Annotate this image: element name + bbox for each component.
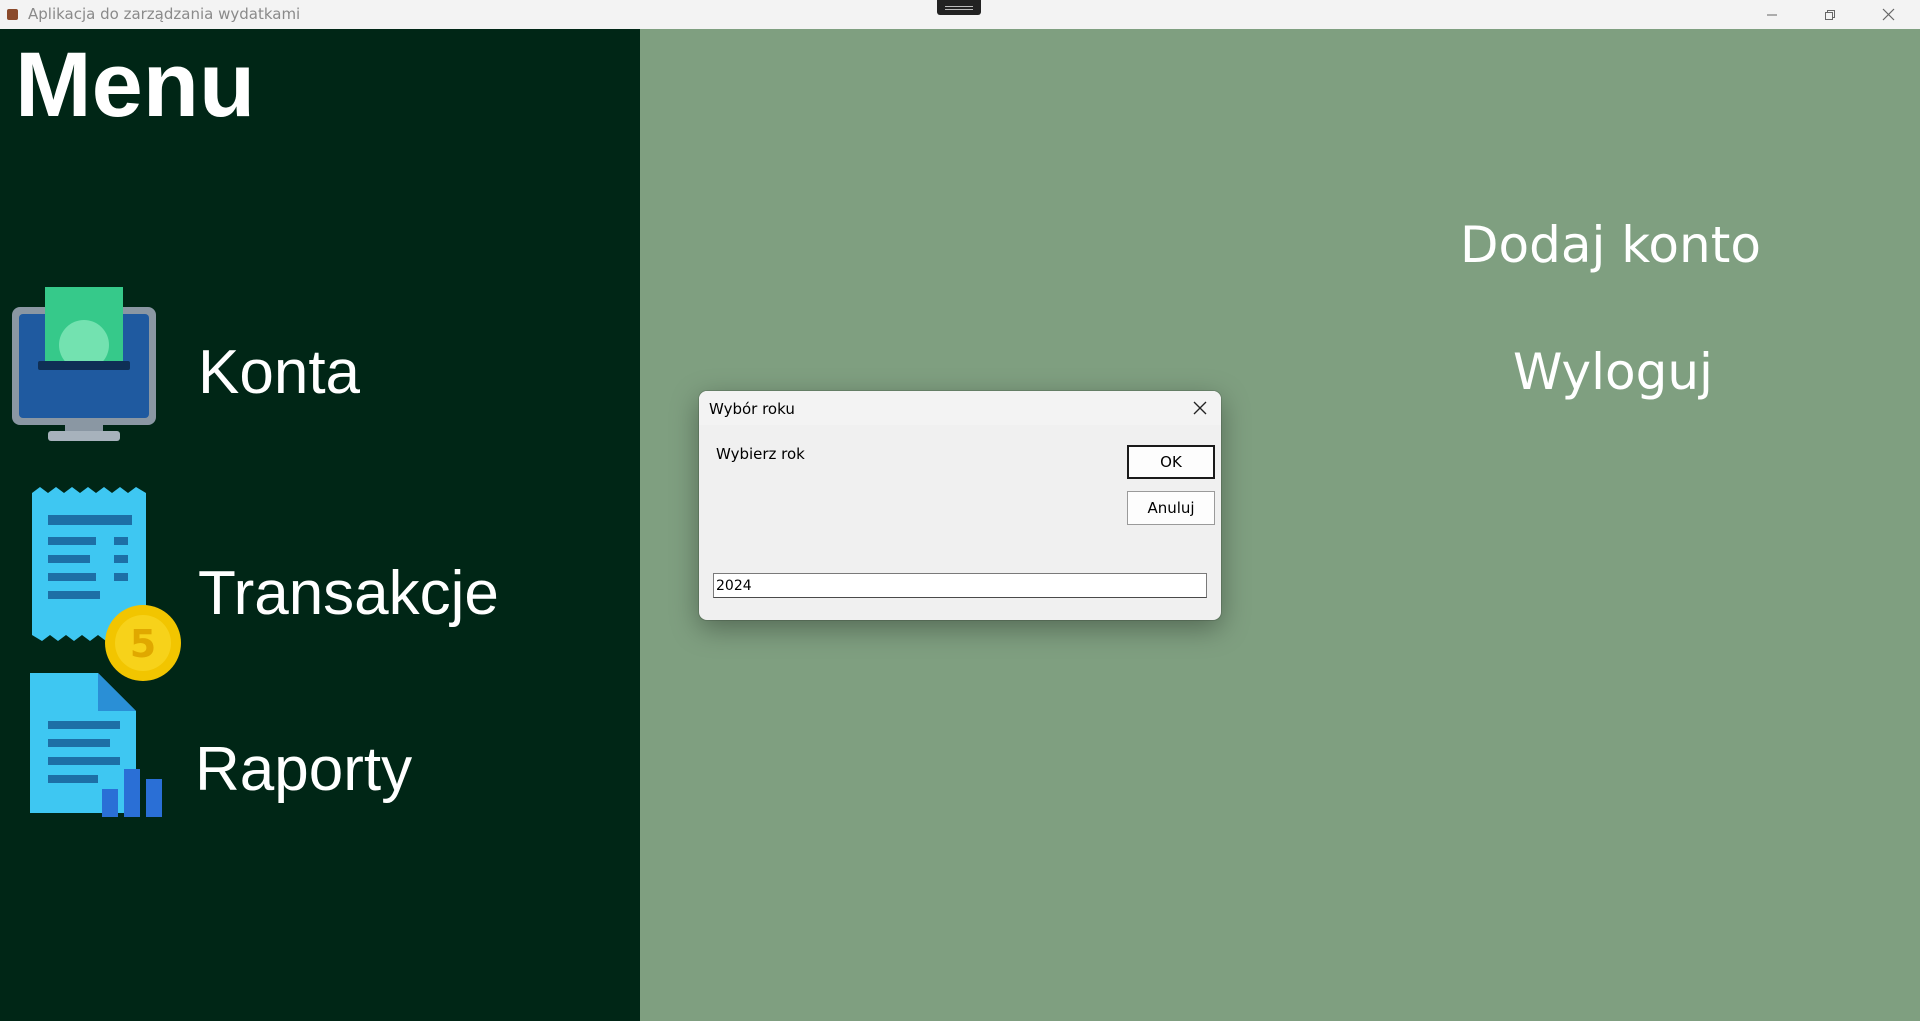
sidebar-item-label: Konta — [198, 338, 361, 407]
window-title: Aplikacja do zarządzania wydatkami — [28, 5, 301, 23]
svg-text:5: 5 — [130, 622, 156, 666]
dialog-title: Wybór roku — [709, 400, 795, 418]
add-account-link[interactable]: Dodaj konto — [1460, 220, 1761, 270]
close-window-button[interactable] — [1859, 0, 1917, 29]
minimize-icon — [1767, 14, 1777, 15]
minimize-button[interactable] — [1743, 0, 1801, 29]
sidebar-item-konta[interactable]: Konta — [0, 287, 640, 447]
accounts-monitor-cash-icon — [12, 287, 156, 441]
ok-button[interactable]: OK — [1127, 445, 1215, 479]
snap-grip[interactable] — [937, 0, 981, 15]
sidebar-item-transakcje[interactable]: 5 Transakcje — [0, 487, 640, 687]
app-icon — [7, 9, 18, 20]
sidebar-item-raporty[interactable]: Raporty — [0, 673, 640, 853]
sidebar-menu: Menu Konta 5 Transakcje Raporty — [0, 29, 640, 1021]
dialog-prompt: Wybierz rok — [716, 445, 805, 463]
window-titlebar[interactable]: Aplikacja do zarządzania wydatkami — [0, 0, 1920, 29]
menu-title: Menu — [15, 34, 256, 136]
logout-link[interactable]: Wyloguj — [1513, 347, 1713, 397]
dialog-titlebar[interactable]: Wybór roku — [699, 391, 1221, 425]
dialog-close-button[interactable] — [1187, 395, 1213, 421]
close-icon — [1193, 401, 1207, 415]
year-input[interactable] — [713, 573, 1207, 598]
sidebar-item-label: Transakcje — [198, 559, 499, 628]
report-document-chart-icon — [30, 673, 162, 817]
year-select-dialog: Wybór roku Wybierz rok OK Anuluj — [699, 391, 1221, 620]
sidebar-item-label: Raporty — [195, 735, 413, 804]
receipt-coin-icon: 5 — [32, 487, 181, 681]
cancel-button[interactable]: Anuluj — [1127, 491, 1215, 525]
close-icon — [1882, 8, 1894, 21]
restore-button[interactable] — [1801, 0, 1859, 29]
restore-icon — [1825, 9, 1835, 20]
